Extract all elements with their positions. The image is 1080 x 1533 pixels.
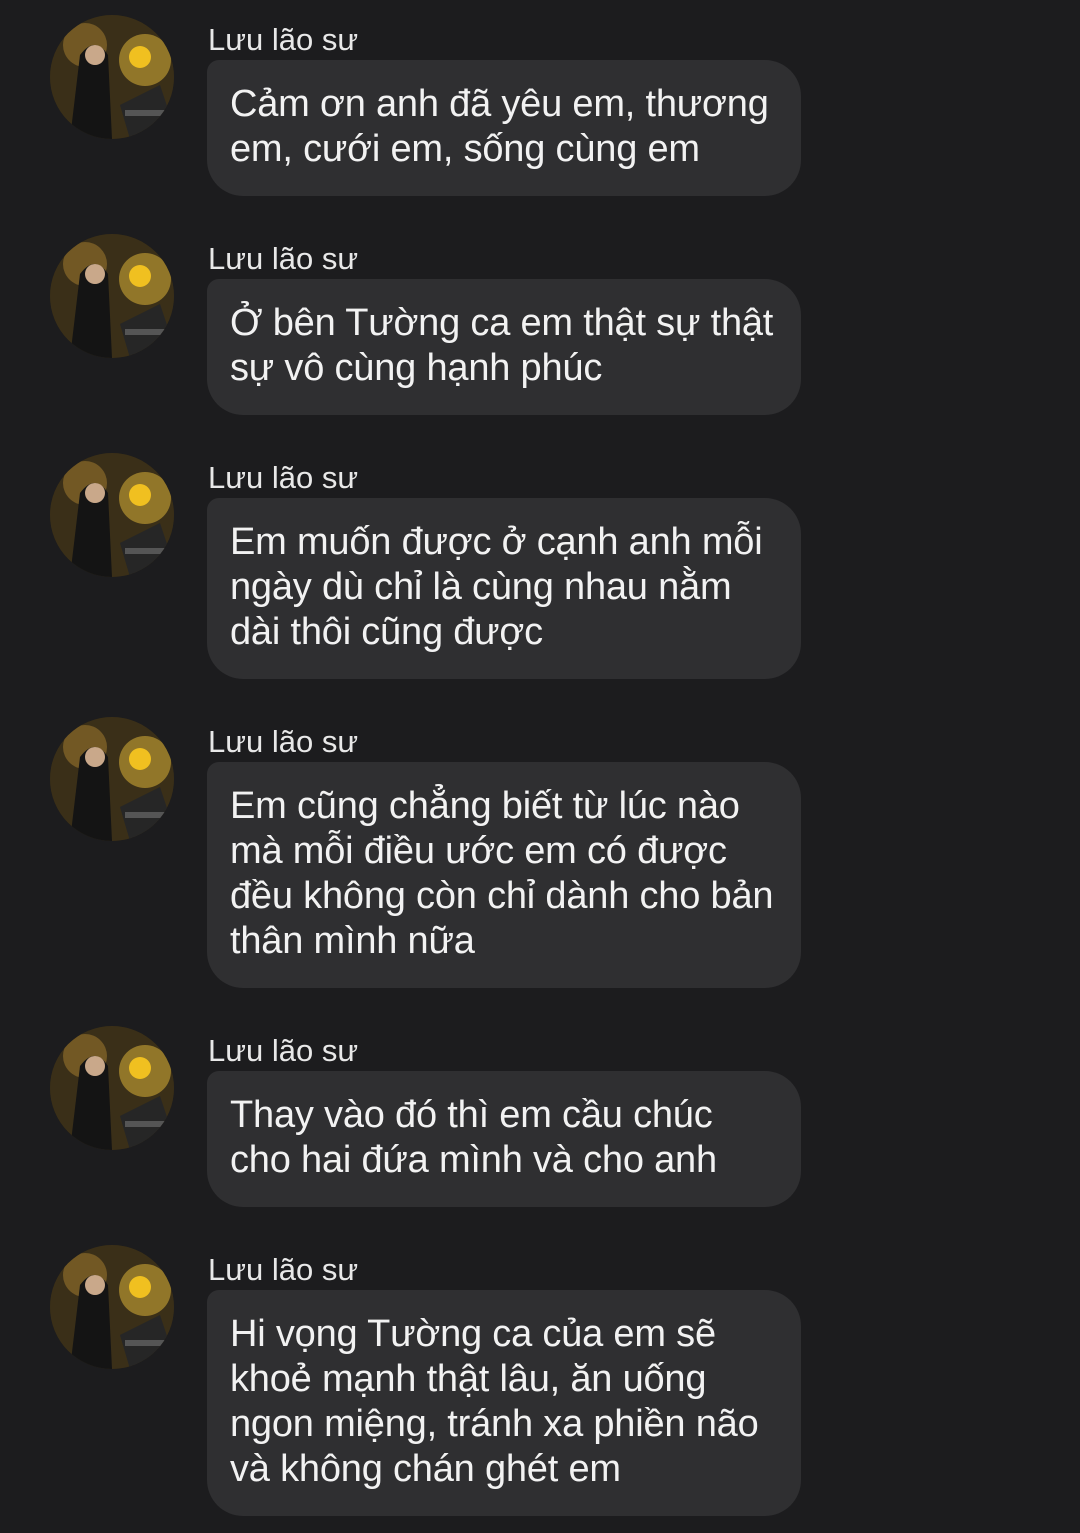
message-bubble[interactable]: Cảm ơn anh đã yêu em, thương em, cưới em…: [207, 60, 801, 196]
profile-photo-avatar-icon: [50, 1245, 174, 1369]
avatar[interactable]: [50, 234, 174, 358]
profile-photo-avatar-icon: [50, 1026, 174, 1150]
avatar[interactable]: [50, 717, 174, 841]
profile-photo-avatar-icon: [50, 717, 174, 841]
message-bubble[interactable]: Thay vào đó thì em cầu chúc cho hai đứa …: [207, 1071, 801, 1207]
sender-name: Lưu lão sư: [208, 724, 359, 759]
avatar[interactable]: [50, 1245, 174, 1369]
avatar[interactable]: [50, 1026, 174, 1150]
message-bubble[interactable]: Ở bên Tường ca em thật sự thật sự vô cùn…: [207, 279, 801, 415]
message-bubble[interactable]: Hi vọng Tường ca của em sẽ khoẻ mạnh thậ…: [207, 1290, 801, 1516]
profile-photo-avatar-icon: [50, 453, 174, 577]
avatar[interactable]: [50, 453, 174, 577]
avatar[interactable]: [50, 15, 174, 139]
sender-name: Lưu lão sư: [208, 1033, 359, 1068]
profile-photo-avatar-icon: [50, 234, 174, 358]
sender-name: Lưu lão sư: [208, 1252, 359, 1287]
profile-photo-avatar-icon: [50, 15, 174, 139]
message-bubble[interactable]: Em muốn được ở cạnh anh mỗi ngày dù chỉ …: [207, 498, 801, 679]
sender-name: Lưu lão sư: [208, 460, 359, 495]
message-bubble[interactable]: Em cũng chẳng biết từ lúc nào mà mỗi điề…: [207, 762, 801, 988]
sender-name: Lưu lão sư: [208, 241, 359, 276]
sender-name: Lưu lão sư: [208, 22, 359, 57]
